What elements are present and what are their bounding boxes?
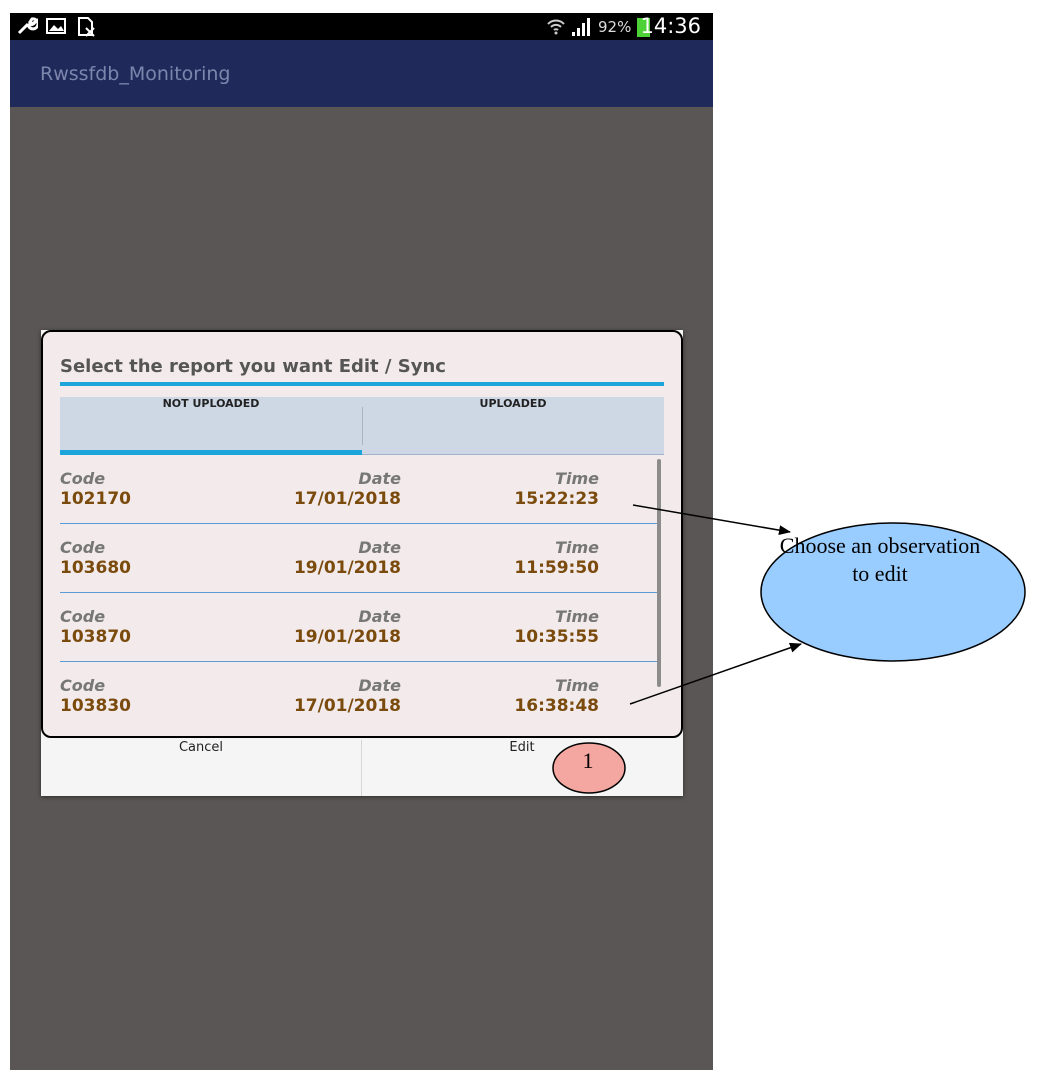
step-marker-label: 1 — [582, 748, 594, 773]
callout-text: Choose an observation to edit — [779, 533, 981, 586]
callout-arrow-top — [632, 504, 791, 536]
callout-arrow-bottom — [629, 642, 802, 705]
